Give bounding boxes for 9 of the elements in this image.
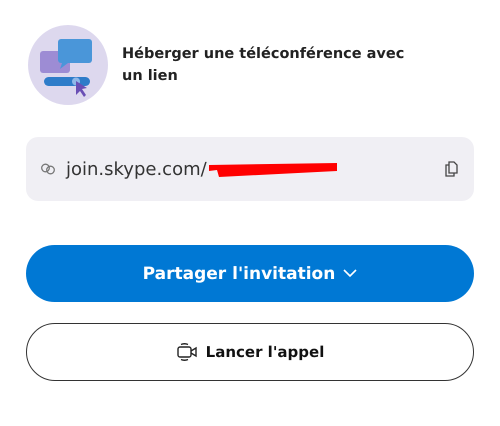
link-text: join.skype.com/ [66, 158, 207, 180]
start-call-button[interactable]: Lancer l'appel [26, 323, 474, 381]
header-title: Héberger une téléconférence avec un lien [122, 45, 406, 86]
chevron-down-icon [343, 269, 358, 278]
link-icon [40, 163, 56, 175]
link-field[interactable]: join.skype.com/ [26, 137, 474, 201]
video-camera-icon [176, 343, 198, 361]
copy-icon[interactable] [445, 161, 458, 177]
share-invitation-button[interactable]: Partager l'invitation [26, 245, 474, 302]
